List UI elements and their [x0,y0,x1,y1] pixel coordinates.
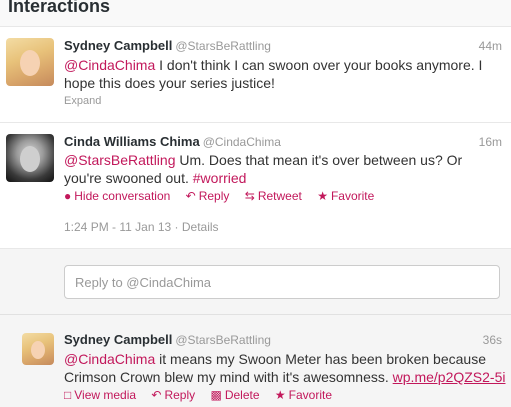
favorite-button[interactable]: ★ Favorite [275,388,332,402]
tweet-item[interactable]: Sydney Campbell @StarsBeRattling 44m @Cin… [0,27,511,123]
tweet-meta: 1:24 PM - 11 Jan 13 · Details [64,220,219,234]
speech-bubble-icon: ● [64,189,72,203]
avatar[interactable] [6,134,54,182]
tweet-author[interactable]: Sydney Campbell @StarsBeRattling [64,38,271,53]
hide-conversation-button[interactable]: ● Hide conversation [64,189,170,203]
tweet-actions: ● Hide conversation ↶ Reply ⇆ Retweet ★ Favo… [64,189,386,203]
mention-link[interactable]: @StarsBeRattling [64,152,175,168]
tweet-text-line: it means my Swoon Meter has been broken … [155,351,486,367]
star-icon: ★ [274,388,286,402]
action-label: View media [74,388,137,402]
action-label: Hide conversation [74,189,171,203]
retweet-button[interactable]: ⇆ Retweet [245,189,302,203]
reply-button[interactable]: ↶ Reply [186,189,230,203]
tweet-author[interactable]: Cinda Williams Chima @CindaChima [64,134,281,149]
expand-link[interactable]: Expand [64,95,101,107]
details-link[interactable]: Details [182,220,219,234]
reply-button[interactable]: ↶ Reply [151,388,195,402]
page-title: Interactions [8,0,111,16]
tweet-text-line: Crimson Crown blew my mind with it's awe… [64,369,393,385]
tweet-time[interactable]: 16m [479,135,502,149]
mention-link[interactable]: @CindaChima [64,351,155,367]
tweet-text: @StarsBeRattling Um. Does that mean it's… [64,151,462,187]
reply-input[interactable]: Reply to @CindaChima [64,265,500,299]
action-label: Favorite [288,388,332,402]
trash-icon: ▩ [210,388,222,402]
author-name[interactable]: Cinda Williams Chima [64,134,200,149]
separator: · [171,220,182,234]
action-label: Reply [198,189,230,203]
action-label: Favorite [330,189,375,203]
author-handle[interactable]: @StarsBeRattling [175,333,271,347]
avatar[interactable] [6,38,54,86]
action-label: Reply [164,388,196,402]
mention-link[interactable]: @CindaChima [64,57,155,73]
favorite-button[interactable]: ★ Favorite [317,189,374,203]
reply-arrow-icon: ↶ [151,388,162,402]
page-header: Interactions [0,0,511,27]
tweet-text-line: hope this does your series justice! [64,75,275,91]
reply-area: Reply to @CindaChima [0,249,511,315]
author-handle[interactable]: @StarsBeRattling [175,39,271,53]
author-name[interactable]: Sydney Campbell [64,332,172,347]
tweet-item[interactable]: Cinda Williams Chima @CindaChima 16m @Sta… [0,123,511,249]
document-icon: □ [64,388,72,402]
author-handle[interactable]: @CindaChima [203,135,281,149]
tweet-text-line: you're swooned out. [64,170,193,186]
media-link[interactable]: wp.me/p2QZS2-5i [393,369,506,385]
avatar[interactable] [22,333,54,365]
tweet-time[interactable]: 44m [479,39,502,53]
star-icon: ★ [317,189,328,203]
hashtag-link[interactable]: #worried [193,170,247,186]
reply-arrow-icon: ↶ [185,189,196,203]
tweet-text: @CindaChima it means my Swoon Meter has … [64,350,505,386]
tweet-time[interactable]: 36s [483,333,502,347]
timestamp[interactable]: 1:24 PM - 11 Jan 13 [64,220,171,234]
tweet-author[interactable]: Sydney Campbell @StarsBeRattling [64,332,271,347]
action-label: Retweet [257,189,302,203]
tweet-item[interactable]: Sydney Campbell @StarsBeRattling 36s @Cin… [0,315,511,407]
tweet-text: @CindaChima I don't think I can swoon ov… [64,56,482,92]
tweet-actions: □ View media ↶ Reply ▩ Delete ★ Favorite [64,388,344,402]
retweet-icon: ⇆ [244,189,255,203]
delete-button[interactable]: ▩ Delete [211,388,260,402]
tweet-text-line: I don't think I can swoon over your book… [155,57,483,73]
view-media-button[interactable]: □ View media [64,388,136,402]
author-name[interactable]: Sydney Campbell [64,38,172,53]
action-label: Delete [224,388,260,402]
tweet-text-line: Um. Does that mean it's over between us?… [175,152,463,168]
